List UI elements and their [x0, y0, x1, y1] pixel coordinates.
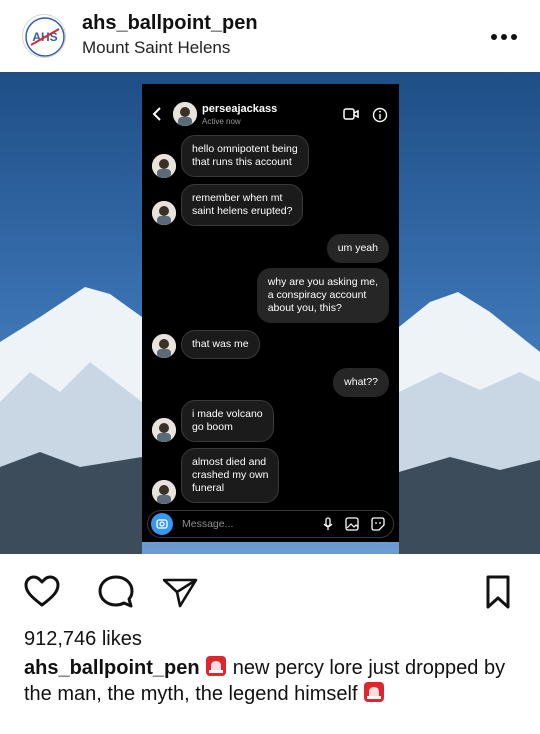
heart-icon[interactable]	[22, 572, 62, 612]
info-icon[interactable]	[372, 107, 388, 123]
post-actions	[0, 554, 540, 624]
sticker-icon[interactable]	[370, 516, 386, 532]
message-composer[interactable]: Message...	[147, 510, 394, 538]
message-bubble: that was me	[181, 330, 260, 359]
camera-icon[interactable]	[151, 513, 173, 535]
more-dots-icon[interactable]	[490, 33, 518, 41]
post-caption: ahs_ballpoint_pen new percy lore just dr…	[24, 655, 524, 707]
sender-avatar	[152, 480, 176, 504]
message-bubble: what??	[333, 368, 389, 397]
post-username[interactable]: ahs_ballpoint_pen	[82, 12, 258, 35]
ahs-logo: AHS	[25, 17, 65, 57]
caption-username[interactable]: ahs_ballpoint_pen	[24, 657, 200, 679]
video-call-icon[interactable]	[343, 108, 359, 120]
post-location[interactable]: Mount Saint Helens	[82, 38, 230, 58]
message-bubble: almost died and crashed my own funeral	[181, 448, 280, 503]
comment-icon[interactable]	[96, 572, 136, 612]
avatar[interactable]: AHS	[22, 14, 66, 58]
like-count[interactable]: 912,746 likes	[24, 628, 142, 651]
back-chevron-icon[interactable]	[150, 106, 164, 122]
gallery-icon[interactable]	[344, 516, 360, 532]
siren-emoji	[364, 682, 385, 702]
message-bubble: hello omnipotent being that runs this ac…	[181, 135, 309, 177]
dm-screenshot: perseajackass Active now hello omnipoten…	[142, 84, 399, 542]
dm-avatar[interactable]	[173, 102, 197, 126]
dm-active-status: Active now	[202, 117, 241, 126]
bookmark-icon[interactable]	[478, 572, 518, 612]
message-bubble: why are you asking me, a conspiracy acco…	[256, 268, 389, 323]
message-bubble: um yeah	[326, 234, 389, 263]
dm-header: perseajackass Active now	[142, 84, 399, 134]
sender-avatar	[152, 201, 176, 225]
message-bubble: remember when mt saint helens erupted?	[181, 184, 304, 226]
siren-emoji	[206, 656, 227, 676]
sender-avatar	[152, 154, 176, 178]
post-header: AHS ahs_ballpoint_pen Mount Saint Helens	[0, 0, 540, 72]
microphone-icon[interactable]	[320, 516, 336, 532]
message-bubble: i made volcano go boom	[181, 400, 274, 442]
send-icon[interactable]	[160, 572, 200, 612]
dm-contact-name: perseajackass	[202, 103, 278, 115]
sender-avatar	[152, 418, 176, 442]
sender-avatar	[152, 334, 176, 358]
message-input[interactable]: Message...	[182, 518, 233, 530]
